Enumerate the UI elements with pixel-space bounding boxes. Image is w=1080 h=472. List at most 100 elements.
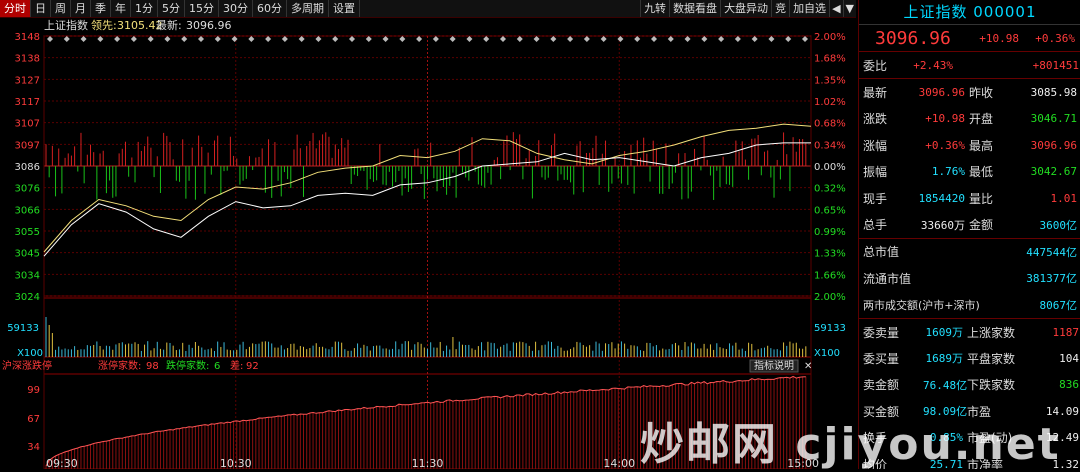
event-marker-icon [802,36,808,42]
price-tick-label: 3055 [15,227,40,238]
breadth-value: 14.09 [1045,404,1079,418]
quote-row: 振幅 1.76% 最低 3042.67 [859,159,1080,185]
event-marker-icon [751,36,758,42]
auction-button[interactable]: 竞 [771,0,789,17]
price-tick-label: 3127 [15,75,40,86]
event-marker-icon [550,36,557,42]
event-marker-icon [449,36,456,42]
pct-tick-label: 1.02% [814,97,846,108]
event-marker-icon [768,36,775,42]
weibi-diff: +801451 [1032,58,1079,72]
volume-unit-left: X100 [17,348,43,359]
price-tick-label: 3024 [15,292,40,303]
breadth-tick-label: 99 [27,385,40,396]
event-marker-icon [97,36,104,42]
intraday-chart[interactable]: 3148 2.00% 3138 1.68% 3127 1.35% 3117 1.02% 3107… [0,18,856,469]
price-tick-label: 3045 [15,249,40,260]
quote-label: 最新 [863,86,888,101]
time-tick-label: 11:30 [412,457,444,469]
quote-value: 3096.96 [1030,138,1077,152]
breadth-row: 均价 25.71 市净率 1.32 [859,451,1080,469]
breadth-tick-label: 34 [27,442,40,453]
turnover-value: 8067亿 [1039,298,1078,312]
price-tick-label: 3034 [15,270,40,281]
breadth-value: 104 [1059,351,1079,365]
event-marker-icon [164,36,171,42]
breadth-value: 1689万 [925,352,964,366]
event-marker-icon [181,36,188,42]
breadth-label: 平盘家数 [967,351,1016,366]
event-marker-icon [47,36,53,42]
breadth-label: 买金额 [863,404,900,419]
event-marker-icon [265,36,272,42]
tab-60min[interactable]: 60分 [253,0,287,17]
pct-tick-label: 1.35% [814,75,846,86]
tab-weekly[interactable]: 周 [51,0,71,17]
tab-monthly[interactable]: 月 [71,0,91,17]
indicator-help-label: 指标说明 [754,359,794,372]
time-tick-label: 14:00 [603,457,635,469]
breadth-label: 换手 [863,431,888,446]
event-marker-icon [80,36,87,42]
breadth-bars [45,376,807,469]
breadth-label: 下跌家数 [967,378,1016,393]
breadth-value: 1609万 [925,326,964,340]
legend-latest-label: 最新: [156,18,182,32]
quote-row: 总手 33660万 金额 3600亿 [859,211,1080,239]
tab-5min[interactable]: 5分 [158,0,185,17]
market-alert-button[interactable]: 大盘异动 [720,0,771,17]
jiuzhuan-button[interactable]: 九转 [640,0,669,17]
breadth-value: 12.49 [1045,431,1079,445]
quote-value: 1854420 [918,191,965,205]
tab-multi-period[interactable]: 多周期 [287,0,329,17]
pct-tick-label: 1.66% [814,270,846,281]
event-marker-icon [667,36,674,42]
breadth-value: 98.09亿 [923,405,968,419]
tab-15min[interactable]: 15分 [185,0,219,17]
price-tick-label: 3107 [15,119,40,130]
breadth-tick-label: 67 [27,414,40,425]
event-marker-icon [399,36,406,42]
tab-daily[interactable]: 日 [31,0,51,17]
breadth-diff-value: 92 [246,361,259,372]
tab-1min[interactable]: 1分 [131,0,158,17]
quote-value: 1.01 [1050,191,1078,205]
breadth-value: 25.71 [929,457,963,469]
tab-30min[interactable]: 30分 [219,0,253,17]
dropdown-arrow-icon[interactable]: ▼ [842,0,856,17]
event-marker-icon [198,36,204,42]
event-marker-icon [785,36,792,42]
price-change: +10.98 [979,31,1019,45]
data-board-button[interactable]: 数据看盘 [669,0,720,17]
event-marker-icon [332,36,339,42]
breadth-title: 沪深涨跌停 [2,359,52,372]
price-tick-label: 3086 [15,162,40,173]
event-marker-icon [516,36,523,42]
market-cap-value: 447544亿 [1026,245,1077,259]
quote-rows: 最新 3096.96 昨收 3085.98 涨跌 +10.98 开盘 3046.71 涨幅 +0.… [859,79,1080,239]
tab-settings[interactable]: 设置 [329,0,360,17]
tab-intraday[interactable]: 分时 [0,0,31,17]
quote-value: 3046.71 [1030,112,1077,126]
legend-name: 上证指数 [44,18,88,32]
pct-tick-label: 0.00% [814,162,846,173]
tab-quarterly[interactable]: 季 [91,0,111,17]
market-cap-label: 总市值 [863,245,900,260]
time-tick-label: 10:30 [220,457,252,469]
pct-tick-label: 0.32% [814,184,846,195]
quote-label: 总手 [863,218,888,233]
tab-yearly[interactable]: 年 [111,0,131,17]
quote-row: 最新 3096.96 昨收 3085.98 [859,79,1080,105]
add-watchlist-button[interactable]: 加自选 [789,0,829,17]
event-marker-icon [114,36,121,42]
close-indicator-icon[interactable]: ✕ [804,361,812,372]
event-marker-icon [567,36,574,42]
breadth-label: 市盈(动) [967,431,1013,446]
breadth-up-label: 涨停家数: [98,359,141,372]
quote-label: 金额 [969,218,994,233]
pct-tick-label: 1.68% [814,54,846,65]
collapse-arrow-icon[interactable]: ◀ [829,0,842,17]
breadth-value: 836 [1059,378,1079,392]
event-marker-icon [365,36,372,42]
price-tick-label: 3066 [15,205,40,216]
